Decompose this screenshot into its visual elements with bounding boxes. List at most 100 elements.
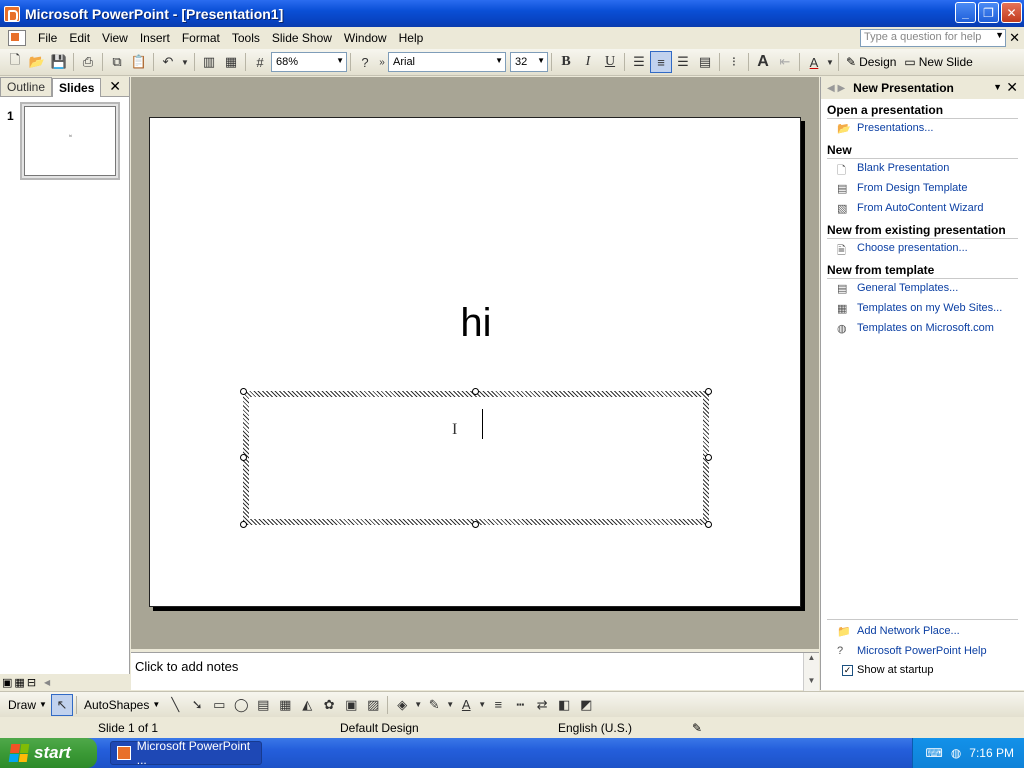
menu-view[interactable]: View xyxy=(96,29,134,47)
taskbar-item-powerpoint[interactable]: Microsoft PowerPoint ... xyxy=(110,739,262,767)
scroll-up-icon[interactable]: ▲ xyxy=(804,653,819,662)
maximize-button[interactable]: ❐ xyxy=(978,2,999,23)
keyboard-icon[interactable]: ⌨ xyxy=(925,746,942,760)
clock[interactable]: 7:16 PM xyxy=(969,746,1014,760)
slide[interactable]: hi I xyxy=(149,117,801,607)
arrow-icon[interactable]: ➘ xyxy=(186,694,208,716)
link-design-template[interactable]: ▤ From Design Template xyxy=(827,179,1018,199)
draw-menu-button[interactable]: Draw ▼ xyxy=(4,694,51,716)
notes-scrollbar[interactable]: ▲ ▼ xyxy=(803,653,819,691)
link-web-templates[interactable]: ▦ Templates on my Web Sites... xyxy=(827,299,1018,319)
menu-window[interactable]: Window xyxy=(338,29,393,47)
line-icon[interactable]: ╲ xyxy=(164,694,186,716)
font-color-dropdown-icon[interactable]: ▼ xyxy=(825,51,835,73)
decrease-indent-icon[interactable]: ⇤ xyxy=(774,51,796,73)
autoshapes-menu-button[interactable]: AutoShapes ▼ xyxy=(80,694,164,716)
save-icon[interactable]: 💾 xyxy=(48,51,70,73)
resize-handle[interactable] xyxy=(705,521,712,528)
print-icon[interactable]: ⎙ xyxy=(77,51,99,73)
show-at-startup-checkbox[interactable]: ✓ Show at startup xyxy=(827,662,1018,678)
italic-button[interactable]: I xyxy=(577,51,599,73)
arrow-style-icon[interactable]: ⇄ xyxy=(531,694,553,716)
scroll-left-icon[interactable]: ◀ xyxy=(44,678,50,687)
show-grid-icon[interactable]: # xyxy=(249,51,271,73)
undo-dropdown-icon[interactable]: ▼ xyxy=(179,51,191,73)
network-icon[interactable]: ◍ xyxy=(951,746,961,760)
scroll-down-icon[interactable]: ▼ xyxy=(804,676,819,685)
3d-style-icon[interactable]: ◩ xyxy=(575,694,597,716)
underline-button[interactable]: U xyxy=(599,51,621,73)
insert-image-icon[interactable]: ▨ xyxy=(362,694,384,716)
justify-icon[interactable]: ▤ xyxy=(694,51,716,73)
font-color-icon[interactable]: A xyxy=(455,694,477,716)
bold-button[interactable]: B xyxy=(555,51,577,73)
insert-diagram-icon[interactable]: ◭ xyxy=(296,694,318,716)
insert-chart-icon[interactable]: ▥ xyxy=(198,51,220,73)
bullets-icon[interactable]: ⁝ xyxy=(723,51,745,73)
powerpoint-app-icon[interactable] xyxy=(4,5,20,22)
line-color-icon[interactable]: ✎ xyxy=(423,694,445,716)
toolbar-options-icon[interactable]: » xyxy=(376,51,388,73)
link-add-network-place[interactable]: 📁 Add Network Place... xyxy=(827,622,1018,642)
menu-file[interactable]: File xyxy=(32,29,63,47)
link-powerpoint-help[interactable]: ? Microsoft PowerPoint Help xyxy=(827,642,1018,662)
menu-tools[interactable]: Tools xyxy=(226,29,266,47)
slide-thumbnail[interactable]: hi xyxy=(20,102,120,180)
slide-show-view-icon[interactable]: ⊟ xyxy=(27,676,36,689)
resize-handle[interactable] xyxy=(240,521,247,528)
paste-icon[interactable]: 📋 xyxy=(128,51,150,73)
insert-wordart-icon[interactable]: ▦ xyxy=(274,694,296,716)
link-choose-presentation[interactable]: 🗎 Choose presentation... xyxy=(827,239,1018,259)
zoom-select[interactable]: 68% ▼ xyxy=(271,52,347,72)
new-icon[interactable]: 🗋 xyxy=(4,51,26,73)
insert-picture-icon[interactable]: ▣ xyxy=(340,694,362,716)
help-dropdown-icon[interactable]: ▼ xyxy=(995,30,1004,40)
notes-placeholder[interactable]: Click to add notes xyxy=(135,659,238,674)
link-microsoft-templates[interactable]: ◍ Templates on Microsoft.com xyxy=(827,319,1018,339)
resize-handle[interactable] xyxy=(240,454,247,461)
normal-view-icon[interactable]: ▣ xyxy=(2,676,12,689)
fill-color-dropdown-icon[interactable]: ▼ xyxy=(413,694,423,716)
minimize-button[interactable]: _ xyxy=(955,2,976,23)
spelling-status-icon[interactable]: ✎ xyxy=(692,721,702,735)
subtitle-placeholder[interactable]: I xyxy=(240,388,712,528)
insert-table-icon[interactable]: ▦ xyxy=(220,51,242,73)
resize-handle[interactable] xyxy=(472,388,479,395)
font-size-select[interactable]: 32 ▼ xyxy=(510,52,548,72)
menu-insert[interactable]: Insert xyxy=(134,29,176,47)
tab-outline[interactable]: Outline xyxy=(0,77,53,96)
shadow-style-icon[interactable]: ◧ xyxy=(553,694,575,716)
rectangle-icon[interactable]: ▭ xyxy=(208,694,230,716)
align-left-icon[interactable]: ☰ xyxy=(628,51,650,73)
close-button[interactable]: ✕ xyxy=(1001,2,1022,23)
select-pointer-icon[interactable]: ↖ xyxy=(50,693,73,716)
undo-icon[interactable]: ↶ xyxy=(157,51,179,73)
open-icon[interactable]: 📂 xyxy=(26,51,48,73)
help-icon[interactable]: ? xyxy=(354,51,376,73)
font-select[interactable]: Arial ▼ xyxy=(388,52,506,72)
back-forward-icon[interactable]: ◀ ▶ xyxy=(827,83,845,94)
link-blank-presentation[interactable]: 🗋 Blank Presentation xyxy=(827,159,1018,179)
help-search-input[interactable]: Type a question for help xyxy=(860,29,1006,47)
line-color-dropdown-icon[interactable]: ▼ xyxy=(445,694,455,716)
menu-format[interactable]: Format xyxy=(176,29,226,47)
increase-font-icon[interactable]: A xyxy=(752,51,774,73)
subtitle-text-area[interactable]: I xyxy=(249,397,703,519)
fill-color-icon[interactable]: ◈ xyxy=(391,694,413,716)
design-button[interactable]: ✎ Design xyxy=(842,51,900,73)
chevron-down-icon[interactable]: ▼ xyxy=(993,82,1002,92)
new-slide-button[interactable]: ▭ New Slide xyxy=(900,51,976,73)
menu-edit[interactable]: Edit xyxy=(63,29,96,47)
tab-slides[interactable]: Slides xyxy=(52,78,102,97)
link-general-templates[interactable]: ▤ General Templates... xyxy=(827,279,1018,299)
text-box-icon[interactable]: ▤ xyxy=(252,694,274,716)
link-presentations[interactable]: 📂 Presentations... xyxy=(827,119,1018,139)
insert-clipart-icon[interactable]: ✿ xyxy=(318,694,340,716)
close-icon[interactable]: ✕ xyxy=(109,78,121,95)
resize-handle[interactable] xyxy=(472,521,479,528)
oval-icon[interactable]: ◯ xyxy=(230,694,252,716)
checkbox-checked-icon[interactable]: ✓ xyxy=(842,665,853,676)
resize-handle[interactable] xyxy=(705,388,712,395)
menu-slide-show[interactable]: Slide Show xyxy=(266,29,338,47)
copy-icon[interactable]: ⧉ xyxy=(106,51,128,73)
